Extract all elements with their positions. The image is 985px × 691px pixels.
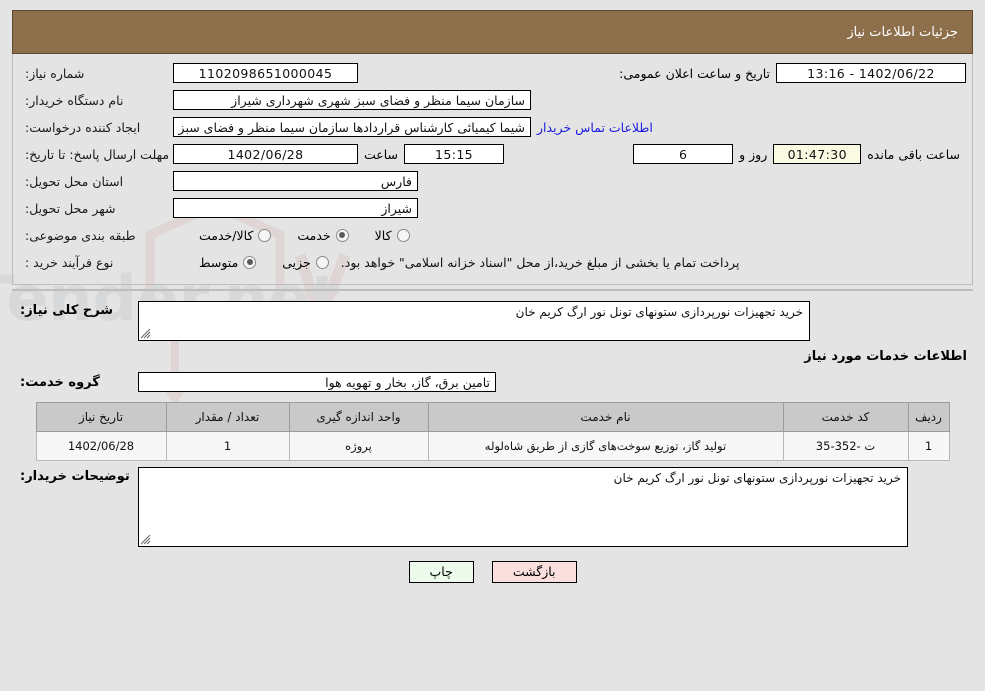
process-option-motevaset[interactable]: متوسط [199, 254, 257, 270]
category-option-kala[interactable]: کالا [375, 228, 410, 243]
table-row: 1 ت -352-35 تولید گاز، توزیع سوخت‌های گا… [35, 431, 950, 461]
deadline-label: مهلت ارسال پاسخ: تا تاریخ: [25, 146, 170, 162]
service-group-field: تامین برق، گاز، بخار و تهویه هوا [138, 372, 496, 392]
city-label: شهر محل تحویل: [25, 200, 116, 216]
days-field: 6 [633, 144, 734, 164]
remaining-label: ساعت باقی مانده [867, 146, 960, 162]
city-field: شیراز [173, 198, 418, 218]
process-option-label: جزیی [282, 254, 311, 270]
cell-date: 1402/06/28 [35, 431, 167, 461]
need-number-label: شماره نیاز: [25, 65, 85, 81]
buyer-contact-link[interactable]: اطلاعات تماس خریدار [531, 120, 659, 135]
description-textarea[interactable]: خرید تجهیزات نورپردازی ستونهای تونل نور … [138, 301, 810, 341]
resize-grip-icon[interactable] [141, 329, 151, 339]
need-info-panel: 1402/06/22 - 13:16 تاریخ و ساعت اعلان عم… [12, 54, 973, 285]
service-group-label: گروه خدمت: [20, 374, 100, 390]
footer-actions: بازگشت چاپ [12, 561, 973, 583]
buyer-notes-label: توضیحات خریدار: [20, 469, 130, 484]
announce-datetime-label: تاریخ و ساعت اعلان عمومی: [619, 65, 770, 81]
services-table: ردیف کد خدمت نام خدمت واحد اندازه گیری ت… [35, 402, 950, 461]
column-header-radif: ردیف [907, 402, 950, 432]
category-option-kala-khedmat[interactable]: کالا/خدمت [199, 227, 272, 243]
countdown-field: 01:47:30 [773, 144, 862, 164]
page-header: جزئیات اطلاعات نیاز [12, 10, 973, 54]
row-need-number: 1402/06/22 - 13:16 تاریخ و ساعت اعلان عم… [19, 62, 966, 84]
radio-icon[interactable] [243, 255, 257, 269]
days-label: روز و [739, 146, 768, 162]
announce-datetime-field: 1402/06/22 - 13:16 [776, 63, 966, 83]
creator-label: ایجاد کننده درخواست: [25, 119, 141, 135]
print-button[interactable]: چاپ [408, 561, 474, 583]
deadline-date-field: 1402/06/28 [173, 144, 358, 164]
creator-field: شیما کیمیائی کارشناس قراردادها سازمان سی… [173, 117, 531, 137]
province-field: فارس [173, 171, 418, 191]
cell-name: تولید گاز، توزیع سوخت‌های گازی از طریق ش… [427, 431, 784, 461]
column-header-date: تاریخ نیاز [35, 402, 167, 432]
column-header-code: کد خدمت [782, 402, 909, 432]
cell-code: ت -352-35 [782, 431, 909, 461]
row-buyer-org: سازمان سیما منظر و فضای سبز شهری شهرداری… [19, 89, 966, 111]
buyer-notes-text: خرید تجهیزات نورپردازی ستونهای تونل نور … [613, 471, 901, 485]
radio-icon[interactable] [335, 228, 349, 242]
section-divider [12, 289, 973, 291]
row-buyer-notes: خرید تجهیزات نورپردازی ستونهای تونل نور … [12, 467, 973, 547]
radio-icon[interactable] [396, 228, 410, 242]
cell-radif: 1 [907, 431, 950, 461]
column-header-unit: واحد اندازه گیری [288, 402, 429, 432]
description-label: شرح کلی نیاز: [20, 303, 114, 318]
buyer-notes-textarea[interactable]: خرید تجهیزات نورپردازی ستونهای تونل نور … [138, 467, 908, 547]
buyer-org-label: نام دستگاه خریدار: [25, 92, 124, 108]
row-description: خرید تجهیزات نورپردازی ستونهای تونل نور … [12, 301, 973, 341]
description-text: خرید تجهیزات نورپردازی ستونهای تونل نور … [515, 305, 803, 319]
buyer-org-field: سازمان سیما منظر و فضای سبز شهری شهرداری… [173, 90, 531, 110]
deadline-time-field: 15:15 [404, 144, 505, 164]
row-service-group: تامین برق، گاز، بخار و تهویه هوا گروه خد… [12, 372, 973, 392]
category-label: طبقه بندی موضوعی: [25, 227, 136, 243]
row-process: پرداخت تمام یا بخشی از مبلغ خرید،از محل … [19, 251, 966, 273]
row-province: فارس استان محل تحویل: [19, 170, 966, 192]
column-header-name: نام خدمت [427, 402, 784, 432]
deadline-hour-label: ساعت [364, 146, 399, 162]
process-option-jozei[interactable]: جزیی [282, 255, 329, 270]
cell-unit: پروژه [288, 431, 429, 461]
province-label: استان محل تحویل: [25, 173, 124, 189]
radio-icon[interactable] [315, 255, 329, 269]
process-label: نوع فرآیند خرید : [25, 254, 114, 270]
resize-grip-icon[interactable] [141, 535, 151, 545]
category-option-label: کالا/خدمت [199, 227, 254, 243]
column-header-qty: تعداد / مقدار [165, 402, 290, 432]
row-city: شیراز شهر محل تحویل: [19, 197, 966, 219]
radio-icon[interactable] [258, 228, 272, 242]
need-number-field: 1102098651000045 [173, 63, 358, 83]
process-radio-group: جزیی متوسط [173, 255, 329, 270]
page-root: جزئیات اطلاعات نیاز 1402/06/22 - 13:16 ت… [0, 0, 985, 691]
row-deadline: ساعت باقی مانده 01:47:30 روز و 6 15:15 س… [19, 143, 966, 165]
row-creator: اطلاعات تماس خریدار شیما کیمیائی کارشناس… [19, 116, 966, 138]
services-heading: اطلاعات خدمات مورد نیاز [804, 349, 967, 364]
back-button[interactable]: بازگشت [491, 561, 577, 583]
row-category: کالا خدمت کالا/خدمت طبقه بندی موضوعی: [19, 224, 966, 246]
table-header-row: ردیف کد خدمت نام خدمت واحد اندازه گیری ت… [35, 402, 950, 432]
category-option-label: کالا [374, 227, 392, 243]
cell-qty: 1 [165, 431, 290, 461]
category-option-khedmat[interactable]: خدمت [297, 227, 349, 243]
page-title: جزئیات اطلاعات نیاز [847, 24, 958, 40]
category-option-label: خدمت [297, 227, 331, 243]
category-radio-group: کالا خدمت کالا/خدمت [173, 228, 410, 243]
process-option-label: متوسط [199, 254, 239, 270]
payment-note: پرداخت تمام یا بخشی از مبلغ خرید،از محل … [340, 254, 740, 270]
